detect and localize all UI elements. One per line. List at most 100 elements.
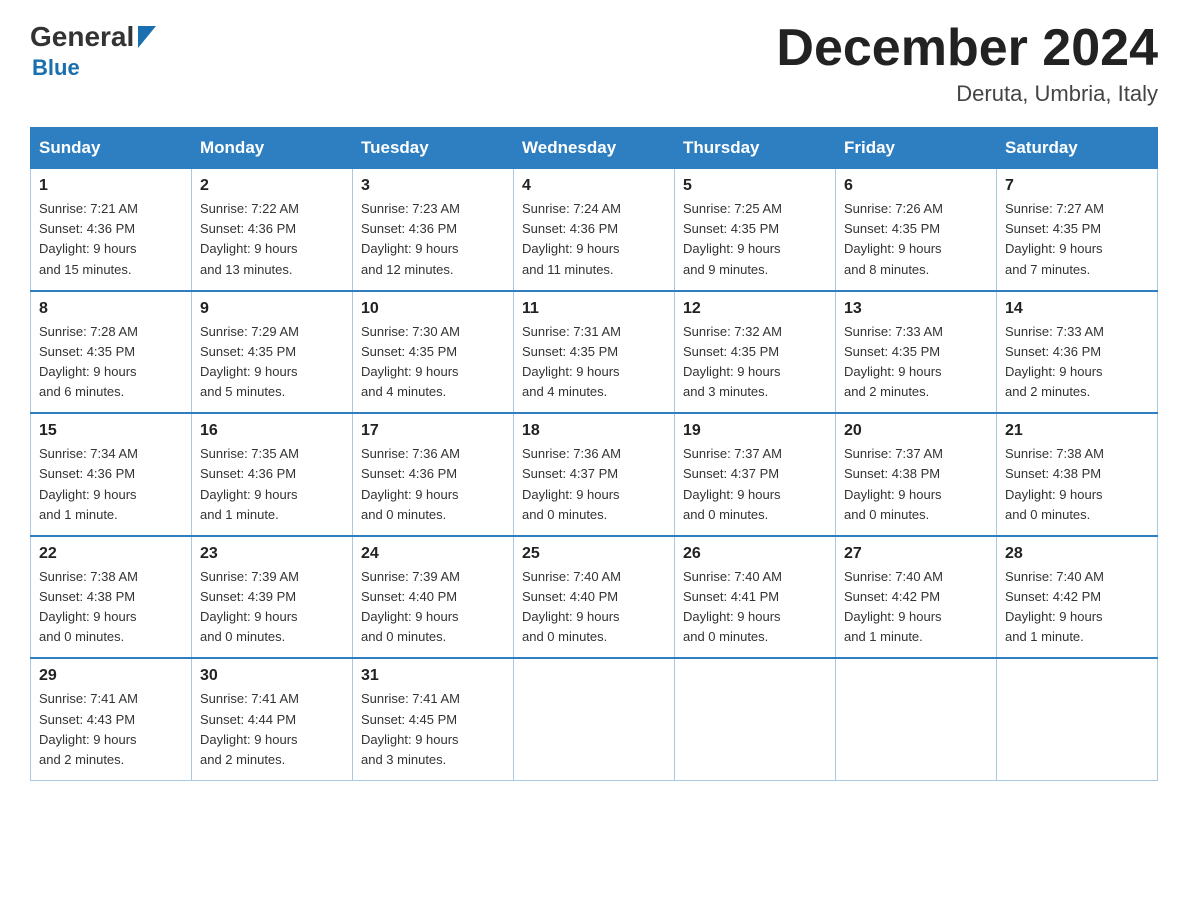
calendar-cell: 1Sunrise: 7:21 AM Sunset: 4:36 PM Daylig… bbox=[31, 169, 192, 291]
calendar-cell bbox=[997, 658, 1158, 780]
day-number: 4 bbox=[522, 177, 666, 195]
day-number: 20 bbox=[844, 422, 988, 440]
day-info: Sunrise: 7:39 AM Sunset: 4:40 PM Dayligh… bbox=[361, 567, 505, 648]
month-title: December 2024 bbox=[776, 20, 1158, 77]
day-number: 11 bbox=[522, 300, 666, 318]
calendar-week-row: 15Sunrise: 7:34 AM Sunset: 4:36 PM Dayli… bbox=[31, 413, 1158, 536]
col-header-sunday: Sunday bbox=[31, 128, 192, 169]
day-info: Sunrise: 7:24 AM Sunset: 4:36 PM Dayligh… bbox=[522, 199, 666, 280]
day-info: Sunrise: 7:40 AM Sunset: 4:40 PM Dayligh… bbox=[522, 567, 666, 648]
calendar-cell: 30 Sunrise: 7:41 AM Sunset: 4:44 PM Dayli… bbox=[192, 658, 353, 780]
day-info: Sunrise: 7:23 AM Sunset: 4:36 PM Dayligh… bbox=[361, 199, 505, 280]
calendar-cell bbox=[675, 658, 836, 780]
calendar-cell: 31 Sunrise: 7:41 AM Sunset: 4:45 PM Dayli… bbox=[353, 658, 514, 780]
col-header-wednesday: Wednesday bbox=[514, 128, 675, 169]
day-number: 31 bbox=[361, 667, 505, 685]
calendar-cell bbox=[514, 658, 675, 780]
day-number: 29 bbox=[39, 667, 183, 685]
col-header-tuesday: Tuesday bbox=[353, 128, 514, 169]
day-info: Sunrise: 7:21 AM Sunset: 4:36 PM Dayligh… bbox=[39, 199, 183, 280]
logo-general-text: General bbox=[30, 21, 134, 53]
calendar-cell: 24 Sunrise: 7:39 AM Sunset: 4:40 PM Dayli… bbox=[353, 536, 514, 659]
day-info: Sunrise: 7:33 AM Sunset: 4:35 PM Dayligh… bbox=[844, 322, 988, 403]
logo-triangle-icon bbox=[138, 26, 156, 53]
day-info: Sunrise: 7:35 AM Sunset: 4:36 PM Dayligh… bbox=[200, 444, 344, 525]
calendar-week-row: 8 Sunrise: 7:28 AM Sunset: 4:35 PM Daylig… bbox=[31, 291, 1158, 414]
day-info: Sunrise: 7:36 AM Sunset: 4:36 PM Dayligh… bbox=[361, 444, 505, 525]
calendar-cell: 13 Sunrise: 7:33 AM Sunset: 4:35 PM Dayli… bbox=[836, 291, 997, 414]
day-number: 13 bbox=[844, 300, 988, 318]
day-number: 28 bbox=[1005, 545, 1149, 563]
day-info: Sunrise: 7:38 AM Sunset: 4:38 PM Dayligh… bbox=[39, 567, 183, 648]
day-info: Sunrise: 7:27 AM Sunset: 4:35 PM Dayligh… bbox=[1005, 199, 1149, 280]
day-number: 26 bbox=[683, 545, 827, 563]
day-info: Sunrise: 7:39 AM Sunset: 4:39 PM Dayligh… bbox=[200, 567, 344, 648]
day-info: Sunrise: 7:22 AM Sunset: 4:36 PM Dayligh… bbox=[200, 199, 344, 280]
day-number: 19 bbox=[683, 422, 827, 440]
location-subtitle: Deruta, Umbria, Italy bbox=[776, 81, 1158, 107]
calendar-cell: 12 Sunrise: 7:32 AM Sunset: 4:35 PM Dayli… bbox=[675, 291, 836, 414]
day-number: 3 bbox=[361, 177, 505, 195]
calendar-cell: 17 Sunrise: 7:36 AM Sunset: 4:36 PM Dayli… bbox=[353, 413, 514, 536]
day-info: Sunrise: 7:25 AM Sunset: 4:35 PM Dayligh… bbox=[683, 199, 827, 280]
col-header-monday: Monday bbox=[192, 128, 353, 169]
calendar-cell: 10 Sunrise: 7:30 AM Sunset: 4:35 PM Dayli… bbox=[353, 291, 514, 414]
day-info: Sunrise: 7:37 AM Sunset: 4:38 PM Dayligh… bbox=[844, 444, 988, 525]
day-number: 8 bbox=[39, 300, 183, 318]
day-info: Sunrise: 7:41 AM Sunset: 4:45 PM Dayligh… bbox=[361, 689, 505, 770]
logo-blue-text: Blue bbox=[32, 55, 80, 81]
calendar-cell: 14 Sunrise: 7:33 AM Sunset: 4:36 PM Dayli… bbox=[997, 291, 1158, 414]
day-number: 17 bbox=[361, 422, 505, 440]
calendar-cell: 23Sunrise: 7:39 AM Sunset: 4:39 PM Dayli… bbox=[192, 536, 353, 659]
calendar-cell: 7 Sunrise: 7:27 AM Sunset: 4:35 PM Daylig… bbox=[997, 169, 1158, 291]
day-number: 12 bbox=[683, 300, 827, 318]
calendar-cell: 3 Sunrise: 7:23 AM Sunset: 4:36 PM Daylig… bbox=[353, 169, 514, 291]
day-number: 10 bbox=[361, 300, 505, 318]
day-number: 18 bbox=[522, 422, 666, 440]
calendar-cell: 9Sunrise: 7:29 AM Sunset: 4:35 PM Daylig… bbox=[192, 291, 353, 414]
day-number: 27 bbox=[844, 545, 988, 563]
title-area: December 2024 Deruta, Umbria, Italy bbox=[776, 20, 1158, 107]
day-info: Sunrise: 7:40 AM Sunset: 4:42 PM Dayligh… bbox=[1005, 567, 1149, 648]
day-number: 7 bbox=[1005, 177, 1149, 195]
calendar-cell: 15Sunrise: 7:34 AM Sunset: 4:36 PM Dayli… bbox=[31, 413, 192, 536]
day-info: Sunrise: 7:41 AM Sunset: 4:44 PM Dayligh… bbox=[200, 689, 344, 770]
day-number: 16 bbox=[200, 422, 344, 440]
day-info: Sunrise: 7:28 AM Sunset: 4:35 PM Dayligh… bbox=[39, 322, 183, 403]
day-number: 2 bbox=[200, 177, 344, 195]
calendar-cell: 19 Sunrise: 7:37 AM Sunset: 4:37 PM Dayli… bbox=[675, 413, 836, 536]
calendar-header-row: SundayMondayTuesdayWednesdayThursdayFrid… bbox=[31, 128, 1158, 169]
calendar-cell: 6 Sunrise: 7:26 AM Sunset: 4:35 PM Daylig… bbox=[836, 169, 997, 291]
calendar-cell: 5 Sunrise: 7:25 AM Sunset: 4:35 PM Daylig… bbox=[675, 169, 836, 291]
day-number: 5 bbox=[683, 177, 827, 195]
calendar-cell bbox=[836, 658, 997, 780]
calendar-cell: 25 Sunrise: 7:40 AM Sunset: 4:40 PM Dayli… bbox=[514, 536, 675, 659]
calendar-cell: 18 Sunrise: 7:36 AM Sunset: 4:37 PM Dayli… bbox=[514, 413, 675, 536]
day-info: Sunrise: 7:30 AM Sunset: 4:35 PM Dayligh… bbox=[361, 322, 505, 403]
calendar-table: SundayMondayTuesdayWednesdayThursdayFrid… bbox=[30, 127, 1158, 781]
col-header-thursday: Thursday bbox=[675, 128, 836, 169]
calendar-cell: 28 Sunrise: 7:40 AM Sunset: 4:42 PM Dayli… bbox=[997, 536, 1158, 659]
day-number: 6 bbox=[844, 177, 988, 195]
calendar-cell: 26Sunrise: 7:40 AM Sunset: 4:41 PM Dayli… bbox=[675, 536, 836, 659]
day-info: Sunrise: 7:37 AM Sunset: 4:37 PM Dayligh… bbox=[683, 444, 827, 525]
day-number: 15 bbox=[39, 422, 183, 440]
day-info: Sunrise: 7:40 AM Sunset: 4:42 PM Dayligh… bbox=[844, 567, 988, 648]
day-number: 25 bbox=[522, 545, 666, 563]
calendar-cell: 16 Sunrise: 7:35 AM Sunset: 4:36 PM Dayli… bbox=[192, 413, 353, 536]
day-info: Sunrise: 7:36 AM Sunset: 4:37 PM Dayligh… bbox=[522, 444, 666, 525]
day-info: Sunrise: 7:38 AM Sunset: 4:38 PM Dayligh… bbox=[1005, 444, 1149, 525]
day-info: Sunrise: 7:31 AM Sunset: 4:35 PM Dayligh… bbox=[522, 322, 666, 403]
day-number: 30 bbox=[200, 667, 344, 685]
day-number: 24 bbox=[361, 545, 505, 563]
calendar-cell: 27 Sunrise: 7:40 AM Sunset: 4:42 PM Dayli… bbox=[836, 536, 997, 659]
day-info: Sunrise: 7:26 AM Sunset: 4:35 PM Dayligh… bbox=[844, 199, 988, 280]
day-number: 21 bbox=[1005, 422, 1149, 440]
col-header-saturday: Saturday bbox=[997, 128, 1158, 169]
calendar-cell: 20 Sunrise: 7:37 AM Sunset: 4:38 PM Dayli… bbox=[836, 413, 997, 536]
calendar-week-row: 1Sunrise: 7:21 AM Sunset: 4:36 PM Daylig… bbox=[31, 169, 1158, 291]
calendar-cell: 2 Sunrise: 7:22 AM Sunset: 4:36 PM Daylig… bbox=[192, 169, 353, 291]
day-info: Sunrise: 7:33 AM Sunset: 4:36 PM Dayligh… bbox=[1005, 322, 1149, 403]
day-info: Sunrise: 7:32 AM Sunset: 4:35 PM Dayligh… bbox=[683, 322, 827, 403]
day-number: 14 bbox=[1005, 300, 1149, 318]
